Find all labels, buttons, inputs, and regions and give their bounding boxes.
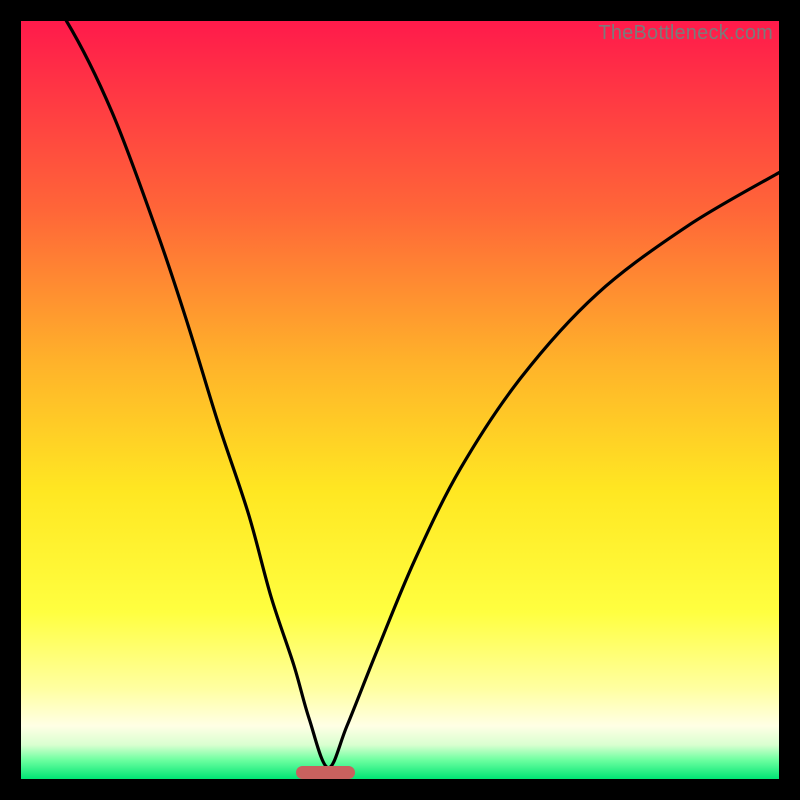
watermark-text: TheBottleneck.com <box>598 21 773 45</box>
optimal-range-marker <box>296 766 355 779</box>
bottleneck-curve <box>21 21 779 779</box>
plot-frame: TheBottleneck.com <box>21 21 779 779</box>
